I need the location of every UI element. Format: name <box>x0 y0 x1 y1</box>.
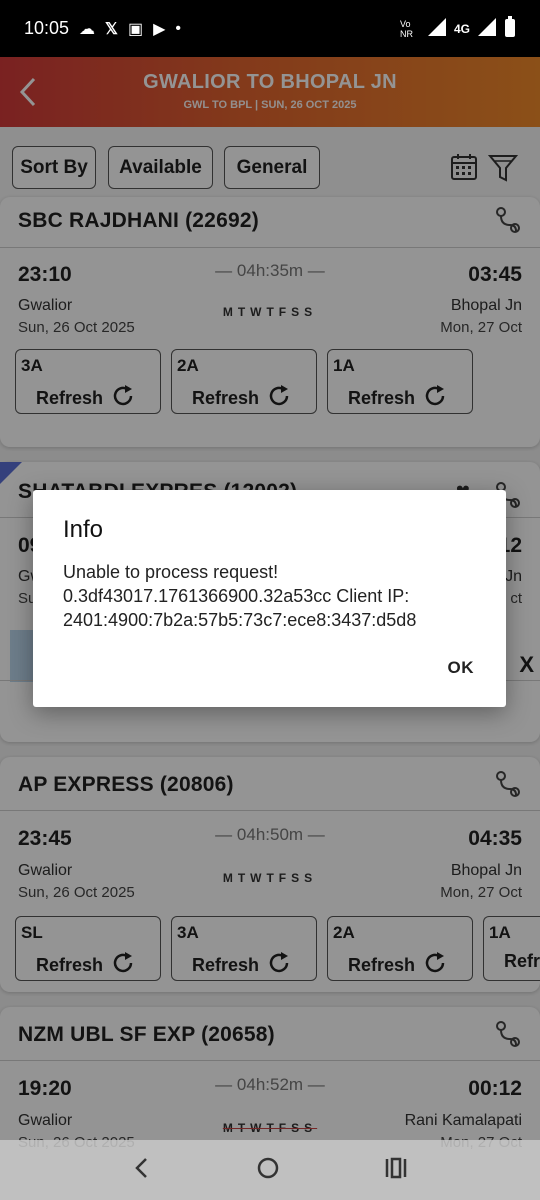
signal-icon-2 <box>478 18 496 39</box>
nav-home-icon[interactable] <box>256 1156 280 1185</box>
app-notification-icon: ▣ <box>127 20 144 38</box>
nav-recents-icon[interactable] <box>384 1157 408 1184</box>
volte-indicator: Vo NR <box>399 18 413 39</box>
youtube-icon: ▶ <box>153 20 166 38</box>
network-type: 4G <box>453 21 470 36</box>
signal-icon <box>427 18 446 39</box>
cloud-icon: ☁ <box>79 20 96 38</box>
status-bar: 10:05 ☁ 𝕏 ▣ ▶ • Vo NR 4G <box>0 0 540 57</box>
dialog-message: Unable to process request! 0.3df43017.17… <box>63 562 417 630</box>
x-app-icon: 𝕏 <box>105 20 118 38</box>
nav-back-icon[interactable] <box>132 1156 152 1185</box>
battery-icon <box>504 16 516 41</box>
status-time: 10:05 <box>24 18 70 38</box>
more-notifications-icon: • <box>175 19 181 37</box>
info-dialog: Info Unable to process request! 0.3df430… <box>33 490 506 707</box>
dialog-title: Info <box>63 516 104 543</box>
system-nav-bar <box>0 1140 540 1200</box>
ok-button[interactable]: OK <box>448 658 475 678</box>
